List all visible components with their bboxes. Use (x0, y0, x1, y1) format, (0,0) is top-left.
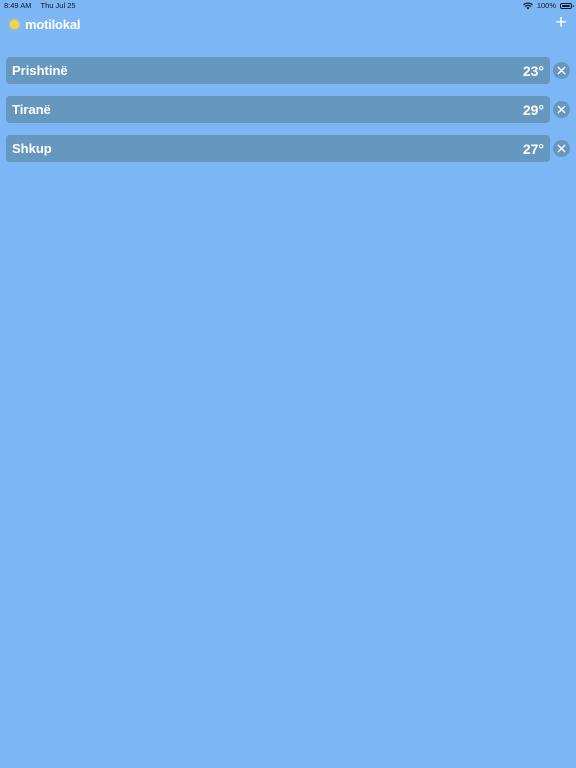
status-left: 8:49 AM Thu Jul 25 (4, 1, 76, 10)
close-icon (557, 144, 566, 153)
status-date: Thu Jul 25 (40, 1, 76, 10)
remove-city-button[interactable] (553, 140, 570, 157)
city-card-tirane[interactable]: Tiranë 29° (6, 96, 550, 123)
remove-city-button[interactable] (553, 101, 570, 118)
status-bar: 8:49 AM Thu Jul 25 100% (0, 0, 576, 12)
plus-icon: + (555, 12, 567, 33)
app-title: motilokal (25, 17, 81, 32)
close-icon (557, 105, 566, 114)
city-card-shkup[interactable]: Shkup 27° (6, 135, 550, 162)
city-row: Tiranë 29° (6, 96, 570, 123)
status-time: 8:49 AM (4, 1, 32, 10)
city-name: Prishtinë (12, 63, 68, 78)
app-logo: motilokal (10, 17, 80, 32)
city-temperature: 23° (522, 62, 544, 79)
status-right: 100% (523, 1, 574, 10)
sun-icon (10, 20, 19, 29)
battery-icon (560, 2, 574, 9)
city-name: Tiranë (12, 102, 51, 117)
city-row: Prishtinë 23° (6, 57, 570, 84)
remove-city-button[interactable] (553, 62, 570, 79)
add-city-button[interactable]: + (552, 13, 570, 33)
city-name: Shkup (12, 141, 52, 156)
app-header: motilokal + (0, 13, 576, 36)
city-list: Prishtinë 23° Tiranë 29° Shkup 27° (6, 57, 570, 174)
close-icon (557, 66, 566, 75)
city-row: Shkup 27° (6, 135, 570, 162)
city-temperature: 27° (522, 140, 544, 157)
city-card-prishtine[interactable]: Prishtinë 23° (6, 57, 550, 84)
battery-percent: 100% (536, 1, 556, 10)
wifi-icon (523, 2, 533, 9)
city-temperature: 29° (522, 101, 544, 118)
